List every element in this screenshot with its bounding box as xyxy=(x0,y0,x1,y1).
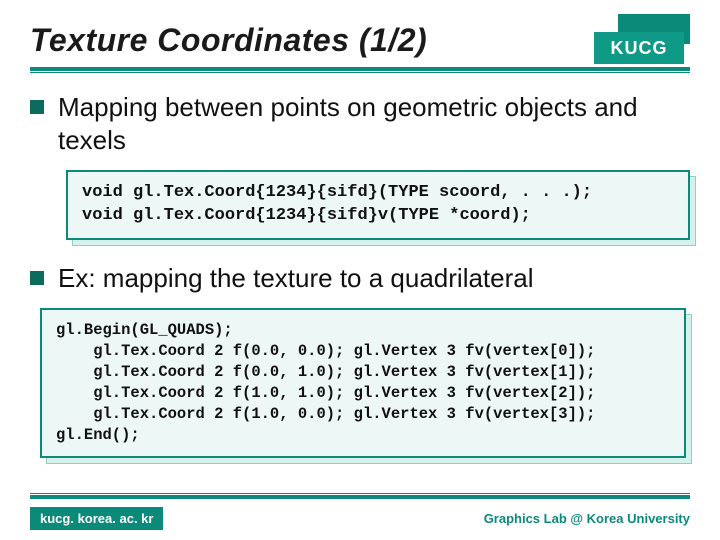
footer-row: kucg. korea. ac. kr Graphics Lab @ Korea… xyxy=(30,507,690,530)
square-bullet-icon xyxy=(30,100,44,114)
footer-left-badge: kucg. korea. ac. kr xyxy=(30,507,163,530)
footer-rule-thick xyxy=(30,495,690,499)
bullet-item: Mapping between points on geometric obje… xyxy=(30,91,690,156)
bullet-text: Ex: mapping the texture to a quadrilater… xyxy=(58,262,534,295)
footer-rule-thin xyxy=(30,493,690,494)
bullet-text: Mapping between points on geometric obje… xyxy=(58,91,690,156)
header-rule-thin xyxy=(30,72,690,73)
bullet-item: Ex: mapping the texture to a quadrilater… xyxy=(30,262,690,295)
code-block-1: void gl.Tex.Coord{1234}{sifd}(TYPE scoor… xyxy=(66,170,690,240)
logo-badge: KUCG xyxy=(594,14,690,64)
slide-title: Texture Coordinates (1/2) xyxy=(30,22,690,59)
badge-front-rect: KUCG xyxy=(594,32,684,64)
header-rule-thick xyxy=(30,67,690,71)
slide-header: Texture Coordinates (1/2) KUCG xyxy=(0,0,720,65)
code-block-1-wrap: void gl.Tex.Coord{1234}{sifd}(TYPE scoor… xyxy=(66,170,690,240)
slide-content: Mapping between points on geometric obje… xyxy=(0,91,720,458)
code-block-2: gl.Begin(GL_QUADS); gl.Tex.Coord 2 f(0.0… xyxy=(40,308,686,458)
square-bullet-icon xyxy=(30,271,44,285)
code-block-2-wrap: gl.Begin(GL_QUADS); gl.Tex.Coord 2 f(0.0… xyxy=(40,308,686,458)
slide-footer: kucg. korea. ac. kr Graphics Lab @ Korea… xyxy=(0,493,720,540)
footer-right-text: Graphics Lab @ Korea University xyxy=(484,511,690,526)
